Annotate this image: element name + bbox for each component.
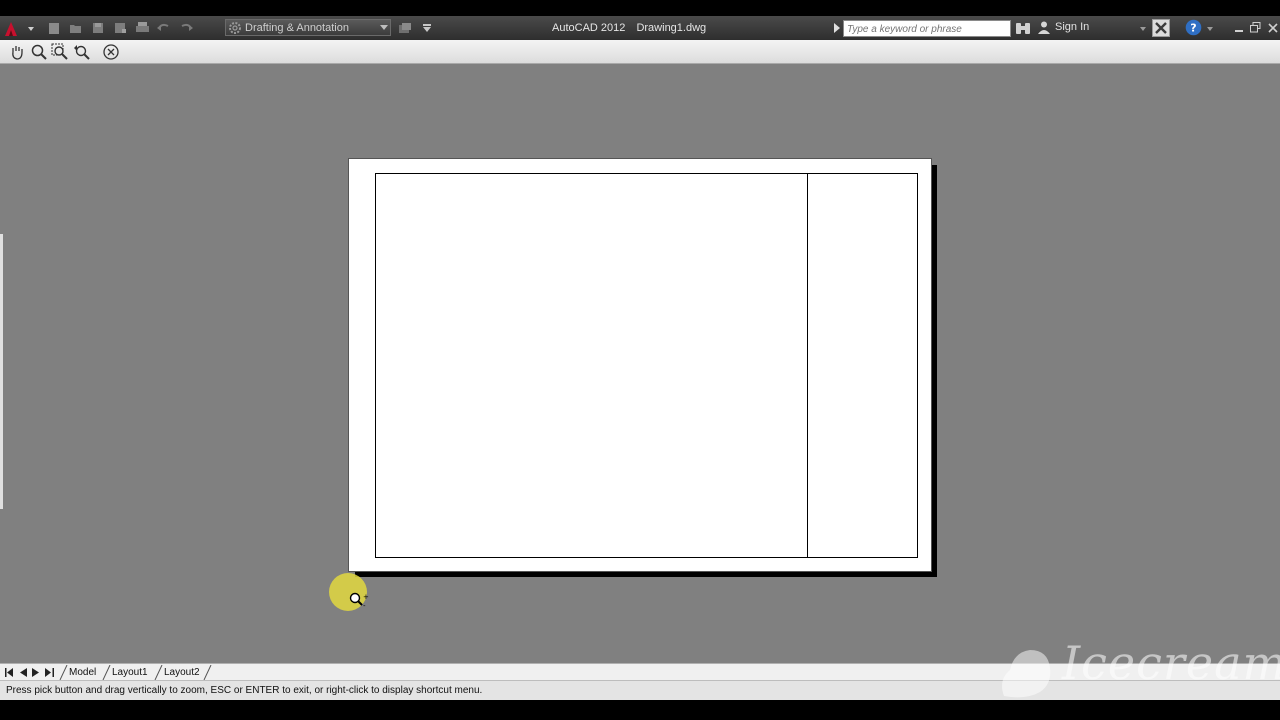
previous-tab-icon[interactable] [17,665,29,679]
save-icon[interactable] [88,20,108,36]
title-block-divider [807,174,808,557]
tab-model[interactable]: Model [69,664,96,680]
tab-divider [154,665,163,680]
application-menu-button[interactable] [1,18,35,38]
zoom-realtime-icon[interactable] [30,43,48,61]
navigation-toolbar [0,40,1280,64]
svg-text:?: ? [1190,22,1196,35]
customize-dropdown-icon[interactable] [417,20,437,36]
svg-text:-: - [363,602,366,610]
watermark-logo [1002,650,1051,698]
zoom-previous-icon[interactable] [73,43,91,61]
restore-icon[interactable] [1248,20,1263,35]
title-bar: Drafting & Annotation AutoCAD 2012 Drawi… [0,16,1280,40]
svg-text:+: + [363,593,369,601]
toolbar-extras [395,20,437,36]
gear-icon [229,21,241,34]
app-name: AutoCAD 2012 [552,22,626,34]
help-icon[interactable]: ? [1185,19,1202,36]
first-tab-icon[interactable] [3,665,15,679]
tab-layout2[interactable]: Layout2 [164,664,200,680]
drawing-border [375,173,918,558]
last-tab-icon[interactable] [43,665,55,679]
window-title: AutoCAD 2012 Drawing1.dwg [552,22,706,34]
tab-divider [102,665,111,680]
workspace-label: Drafting & Annotation [245,21,349,34]
binoculars-icon[interactable] [1014,20,1032,37]
pan-icon[interactable] [8,43,26,61]
chevron-down-icon [378,20,390,35]
palette-edge[interactable] [0,234,3,509]
chevron-down-icon[interactable] [1138,22,1148,34]
search-input[interactable] [843,20,1011,37]
close-icon[interactable] [102,43,120,61]
user-icon [1038,21,1050,34]
open-icon[interactable] [66,20,86,36]
chevron-down-icon[interactable] [1205,22,1215,34]
tab-layout1[interactable]: Layout1 [112,664,148,680]
minimize-icon[interactable] [1231,20,1246,35]
quick-access-toolbar [44,20,196,36]
expand-arrow-icon[interactable] [833,22,841,34]
paper-sheet [348,158,932,572]
tab-divider [203,665,212,680]
layer-tool-icon[interactable] [395,20,415,36]
zoom-cursor-icon: + - [349,592,369,610]
drawing-area[interactable]: + - [0,64,1280,663]
window-controls [1231,20,1280,35]
save-as-icon[interactable] [110,20,130,36]
plot-icon[interactable] [132,20,152,36]
zoom-window-icon[interactable] [51,43,69,61]
sign-in-label: Sign In [1055,21,1090,33]
next-tab-icon[interactable] [29,665,41,679]
close-icon[interactable] [1265,20,1280,35]
document-name: Drawing1.dwg [636,22,707,34]
new-icon[interactable] [44,20,64,36]
undo-icon[interactable] [154,20,174,36]
workspace-switcher[interactable]: Drafting & Annotation [225,19,391,36]
tab-divider [59,665,68,680]
sign-in-button[interactable]: Sign In [1037,20,1089,34]
screen-bottom [0,700,1280,720]
redo-icon[interactable] [176,20,196,36]
autocad-window: Drafting & Annotation AutoCAD 2012 Drawi… [0,0,1280,720]
watermark-text: Icecream [1062,636,1280,690]
exchange-icon[interactable] [1152,19,1170,37]
